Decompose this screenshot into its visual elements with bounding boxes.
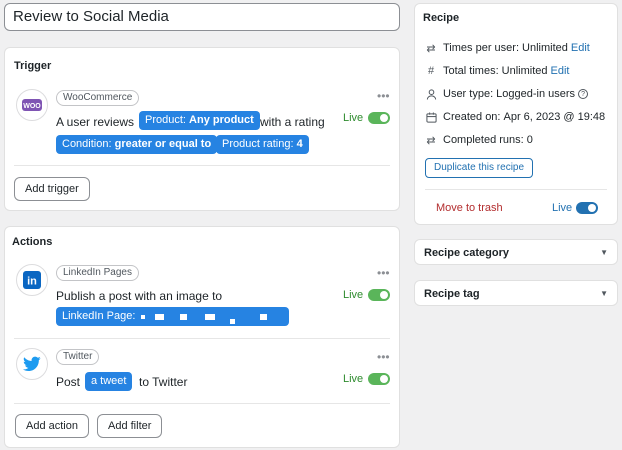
times-per-user-label: Times per user:	[443, 42, 520, 54]
twitter-more-icon[interactable]: •••	[377, 351, 390, 363]
user-type-label: User type:	[443, 88, 494, 100]
recipe-tag-heading: Recipe tag	[424, 288, 480, 300]
trigger-heading: Trigger	[14, 60, 52, 72]
trigger-sentence-mid: with a rating	[260, 115, 325, 129]
linkedin-live-toggle[interactable]	[368, 289, 390, 301]
total-times-value: Unlimited	[501, 65, 548, 77]
woocommerce-icon: WOO	[16, 89, 48, 121]
times-per-user-value: Unlimited	[522, 42, 568, 54]
rating-token[interactable]: Product rating: 4	[216, 135, 309, 154]
linkedin-live-label: Live	[343, 289, 364, 301]
created-on-row: Created on: Apr 6, 2023 @ 19:48	[425, 111, 605, 123]
twitter-live-label: Live	[343, 373, 364, 385]
completed-runs-label: Completed runs:	[443, 134, 524, 146]
user-type-row: User type: Logged-in users ?	[425, 88, 589, 100]
recipe-panel: Recipe ⇄ Times per user: Unlimited Edit …	[414, 3, 618, 225]
linkedin-icon: in	[16, 264, 48, 296]
condition-token-label: Condition:	[62, 138, 112, 150]
twitter-live-toggle[interactable]	[368, 373, 390, 385]
total-times-label: Total times:	[443, 65, 499, 77]
rating-token-value: 4	[296, 138, 303, 150]
total-times-row: # Total times: Unlimited Edit	[425, 65, 570, 77]
total-times-edit-link[interactable]: Edit	[551, 65, 570, 77]
recipe-heading: Recipe	[423, 12, 460, 24]
help-icon[interactable]: ?	[578, 89, 589, 99]
calendar-icon	[425, 111, 437, 123]
trigger-live-label: Live	[343, 112, 364, 124]
completed-runs-value: 0	[526, 134, 533, 146]
actions-heading: Actions	[12, 236, 53, 248]
completed-runs-row: ⇄ Completed runs: 0	[425, 134, 533, 147]
linkedin-sentence: Publish a post with an image to	[56, 289, 223, 303]
add-filter-button[interactable]: Add filter	[97, 414, 163, 438]
twitter-integration-tag: Twitter	[56, 349, 100, 365]
divider	[14, 165, 390, 166]
caret-down-icon: ▼	[600, 289, 608, 298]
hash-icon: #	[427, 65, 435, 77]
recipe-category-panel[interactable]: Recipe category ▼	[414, 239, 618, 265]
duplicate-recipe-button[interactable]: Duplicate this recipe	[425, 158, 534, 178]
trigger-live-toggle[interactable]	[368, 112, 390, 124]
created-on-label: Created on:	[443, 111, 501, 123]
times-per-user-edit-link[interactable]: Edit	[571, 42, 590, 54]
condition-token-value: greater or equal to	[114, 138, 212, 150]
divider	[425, 189, 607, 190]
add-trigger-button[interactable]: Add trigger	[14, 177, 90, 201]
divider	[14, 338, 390, 339]
divider	[14, 403, 390, 404]
product-token[interactable]: Product: Any product	[139, 111, 260, 130]
svg-text:in: in	[27, 276, 37, 288]
add-action-button[interactable]: Add action	[15, 414, 89, 438]
recipe-category-heading: Recipe category	[424, 247, 509, 259]
trigger-more-icon[interactable]: •••	[377, 90, 390, 102]
times-per-user-row: ⇄ Times per user: Unlimited Edit	[425, 42, 590, 55]
recipe-live-label: Live	[552, 202, 573, 214]
trigger-panel: Trigger WOO WooCommerce ••• A user revie…	[4, 47, 400, 211]
rating-token-label: Product rating:	[222, 138, 294, 150]
product-token-value: Any product	[189, 114, 254, 126]
recipe-tag-panel[interactable]: Recipe tag ▼	[414, 280, 618, 306]
product-token-label: Product:	[145, 114, 186, 126]
linkedin-page-token[interactable]: LinkedIn Page:	[56, 307, 289, 326]
tweet-token[interactable]: a tweet	[85, 372, 133, 391]
recipe-title-input[interactable]: Review to Social Media	[4, 3, 400, 31]
recipe-live-toggle[interactable]	[576, 202, 598, 214]
condition-token[interactable]: Condition: greater or equal to	[56, 135, 218, 154]
svg-text:WOO: WOO	[23, 103, 41, 110]
repeat-icon: ⇄	[426, 42, 436, 55]
twitter-icon	[16, 348, 48, 380]
user-type-value: Logged-in users	[496, 88, 576, 100]
linkedin-more-icon[interactable]: •••	[377, 267, 390, 279]
linkedin-page-token-label: LinkedIn Page:	[62, 310, 136, 322]
move-to-trash-link[interactable]: Move to trash	[436, 202, 503, 214]
linkedin-integration-tag: LinkedIn Pages	[56, 265, 139, 281]
twitter-sentence-start: Post	[56, 375, 81, 389]
created-on-value: Apr 6, 2023 @ 19:48	[503, 111, 606, 123]
trigger-integration-tag: WooCommerce	[56, 90, 140, 106]
user-icon	[425, 88, 437, 100]
actions-panel: Actions in LinkedIn Pages ••• Publish a …	[4, 226, 400, 448]
caret-down-icon: ▼	[600, 248, 608, 257]
twitter-sentence-end: to Twitter	[139, 375, 188, 389]
repeat-icon: ⇄	[426, 134, 436, 147]
trigger-sentence-start: A user reviews	[56, 115, 135, 129]
